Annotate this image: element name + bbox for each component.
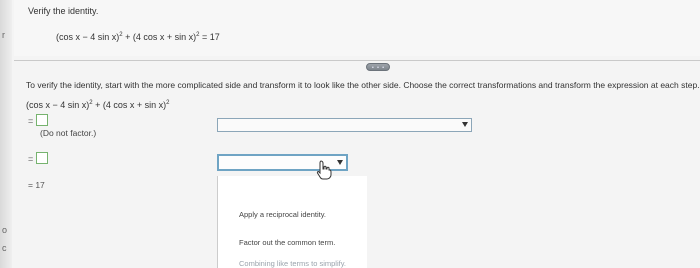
left-edge-strip: r o c (0, 0, 12, 268)
step-2-answer-box[interactable] (36, 152, 48, 164)
edge-mark: r (2, 30, 5, 40)
chevron-down-icon (462, 122, 468, 127)
screenshot-frame: r o c Verify the identity. (cos x − 4 si… (0, 0, 700, 268)
expression-term-2: (4 cos x + sin x) (102, 100, 167, 110)
option-factor-common-term[interactable]: Factor out the common term. (239, 238, 335, 247)
transformation-dropdown-menu: Apply a reciprocal identity. Factor out … (217, 176, 367, 268)
edge-mark: c (2, 243, 7, 253)
option-combine-like-terms[interactable]: Combining like terms to simplify. (239, 259, 346, 268)
equation-rhs: = 17 (199, 32, 220, 42)
expression-term-1: (cos x − 4 sin x) (26, 100, 90, 110)
final-result: = 17 (28, 180, 45, 190)
ellipsis-icon: • • • (372, 65, 386, 71)
question-title: Verify the identity. (28, 6, 99, 16)
question-panel: Verify the identity. (cos x − 4 sin x)2 … (14, 0, 700, 56)
step-1-equals: = (28, 116, 34, 126)
expression-exponent-2: 2 (166, 100, 170, 106)
chevron-down-icon (337, 160, 343, 165)
expression-plus: + (92, 100, 103, 110)
step-1-transformation-select[interactable] (217, 118, 472, 132)
equation-plus: + (122, 32, 133, 42)
option-reciprocal-identity[interactable]: Apply a reciprocal identity. (239, 210, 326, 219)
hand-pointer-icon (316, 160, 332, 180)
step-1-answer-box[interactable] (36, 114, 48, 126)
expand-toggle-button[interactable]: • • • (366, 63, 390, 71)
instructions-text: To verify the identity, start with the m… (26, 80, 700, 90)
identity-equation: (cos x − 4 sin x)2 + (4 cos x + sin x)2 … (56, 32, 220, 42)
section-divider (14, 60, 700, 61)
equation-term-1: (cos x − 4 sin x) (56, 32, 120, 42)
step-2-equals: = (28, 154, 34, 164)
edge-mark: o (2, 225, 8, 235)
equation-term-2: (4 cos x + sin x) (132, 32, 197, 42)
do-not-factor-note: (Do not factor.) (40, 128, 97, 138)
starting-expression: (cos x − 4 sin x)2 + (4 cos x + sin x)2 (26, 100, 170, 110)
